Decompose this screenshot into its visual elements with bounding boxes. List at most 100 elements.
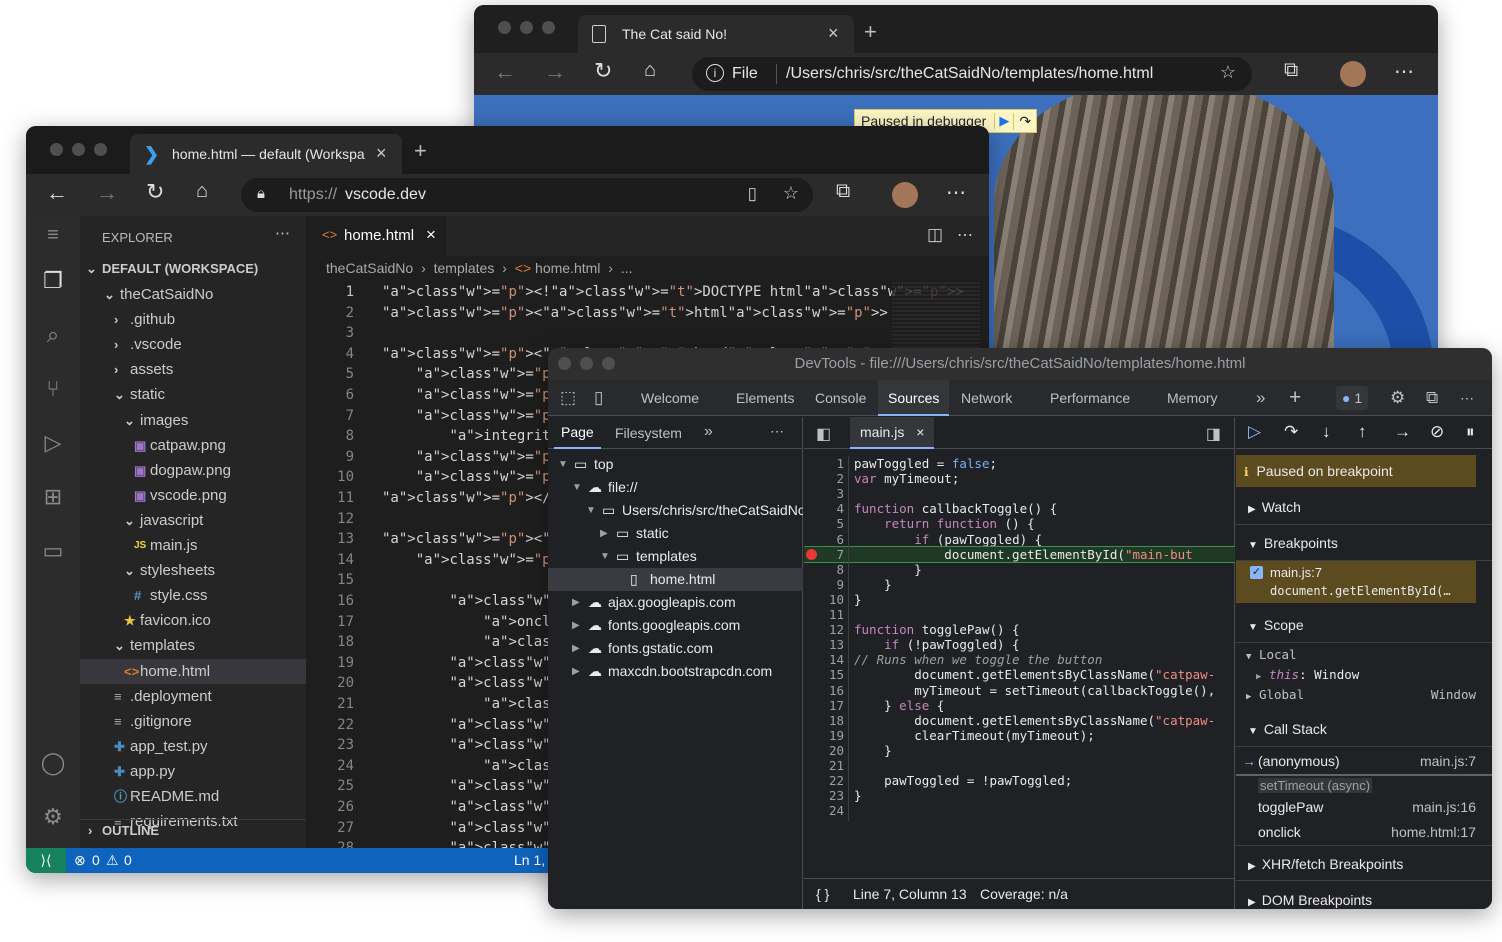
line-number[interactable]: 18	[804, 713, 844, 728]
resume-icon[interactable]: ▷	[1248, 422, 1261, 442]
tree-item[interactable]: ⌄ javascript	[80, 508, 306, 533]
line-number[interactable]: 5	[804, 516, 844, 531]
close-source-tab-icon[interactable]: ×	[916, 424, 924, 440]
step-over-icon[interactable]: ↷	[1013, 112, 1036, 130]
page-tree-item[interactable]: ▶ ▭ static	[548, 522, 803, 545]
error-icon[interactable]: ⊗	[74, 852, 86, 869]
reload-icon[interactable]: ↻	[146, 179, 164, 205]
source-line[interactable]: 4 function callbackToggle() {	[804, 501, 1235, 516]
remote-explorer-icon[interactable]: ▭	[38, 538, 68, 568]
toggle-navigator-icon[interactable]: ◧	[816, 424, 831, 444]
close-dot[interactable]	[558, 357, 571, 370]
source-line[interactable]: 22 pawToggled = !pawToggled;	[804, 773, 1235, 788]
source-line[interactable]: 10}	[804, 592, 1235, 607]
reading-view-icon[interactable]: ▯	[748, 184, 757, 204]
source-line[interactable]: 7 document.getElementById("main-but	[804, 545, 1235, 563]
tree-item[interactable]: › assets	[80, 357, 306, 382]
source-line[interactable]: 9 }	[804, 577, 1235, 592]
line-number[interactable]: 23	[804, 788, 844, 803]
source-line[interactable]: 19 clearTimeout(myTimeout);	[804, 728, 1235, 743]
minimize-dot[interactable]	[520, 21, 533, 34]
page-tree-item[interactable]: ▼ ▭ templates	[548, 545, 803, 568]
close-dot[interactable]	[498, 21, 511, 34]
caret-down-icon[interactable]: ▼	[586, 499, 596, 522]
extensions-icon[interactable]: ⧉	[1284, 59, 1298, 82]
line-number[interactable]: 10	[804, 592, 844, 607]
tab-welcome[interactable]: Welcome	[641, 380, 699, 416]
forward-icon[interactable]: →	[544, 59, 566, 85]
extensions-icon[interactable]: ⧉	[836, 180, 850, 203]
code-line[interactable]: 3	[306, 323, 989, 344]
line-number[interactable]: 12	[804, 622, 844, 637]
tree-item[interactable]: ⌄ theCatSaidNo	[80, 282, 306, 307]
address-bar[interactable]: 🔒︎ https:// vscode.dev ▯ ☆	[241, 178, 813, 212]
source-line[interactable]: 6 if (pawToggled) {	[804, 532, 1235, 547]
scope-section[interactable]: ▼ Scope	[1236, 607, 1492, 643]
tree-item[interactable]: ≡ .gitignore	[80, 709, 306, 734]
close-tab-icon[interactable]: ×	[828, 23, 839, 44]
line-number[interactable]: 24	[804, 803, 844, 818]
tab-memory[interactable]: Memory	[1167, 380, 1218, 416]
breadcrumb-item[interactable]: ...	[621, 260, 633, 276]
line-number[interactable]: 13	[804, 637, 844, 652]
cursor-position[interactable]: Ln 1,	[514, 852, 545, 868]
search-icon[interactable]: ⌕	[38, 322, 68, 352]
toggle-debugger-icon[interactable]: ◨	[1206, 424, 1221, 444]
line-number[interactable]: 3	[804, 486, 844, 501]
step-icon[interactable]: →	[1394, 422, 1411, 442]
source-line[interactable]: 11	[804, 607, 1235, 622]
line-number[interactable]: 8	[804, 562, 844, 577]
tree-item[interactable]: › .github	[80, 307, 306, 332]
breadcrumb-item[interactable]: theCatSaidNo	[326, 260, 413, 276]
tree-item[interactable]: ✚ app_test.py	[80, 734, 306, 759]
step-out-icon[interactable]: ↑	[1358, 422, 1367, 442]
source-line[interactable]: 8 }	[804, 562, 1235, 577]
editor-tab-home-html[interactable]: <> home.html ×	[306, 216, 446, 256]
pause-on-exceptions-icon[interactable]: ⏸	[1466, 422, 1475, 442]
call-frame-onclick[interactable]: onclick home.html:17	[1236, 820, 1492, 845]
tree-item[interactable]: › .vscode	[80, 332, 306, 357]
tree-item[interactable]: ▣ dogpaw.png	[80, 458, 306, 483]
pretty-print-button[interactable]: { }	[816, 879, 829, 909]
line-number[interactable]: 17	[804, 698, 844, 713]
caret-down-icon[interactable]: ▼	[572, 476, 582, 499]
breakpoints-section[interactable]: ▼ Breakpoints	[1236, 525, 1492, 561]
page-tree-item[interactable]: ▶ ☁ fonts.gstatic.com	[548, 637, 803, 660]
workspace-header[interactable]: ⌄ DEFAULT (WORKSPACE)	[80, 256, 306, 281]
source-line[interactable]: 18 document.getElementsByClassName("catp…	[804, 713, 1235, 728]
caret-right-icon[interactable]: ▶	[572, 591, 580, 614]
source-line[interactable]: 1 pawToggled = false;	[804, 456, 1235, 471]
browser-tab-vscode[interactable]: ❯ home.html — default (Workspa ×	[130, 134, 402, 174]
more-nav-tabs-icon[interactable]: »	[704, 423, 713, 441]
page-tree-item[interactable]: ▶ ☁ maxcdn.bootstrapcdn.com	[548, 660, 803, 683]
warning-icon[interactable]: ⚠	[106, 852, 119, 869]
source-control-icon[interactable]: ⑂	[38, 376, 68, 406]
xhr-breakpoints-section[interactable]: ▶ XHR/fetch Breakpoints	[1236, 845, 1492, 881]
editor-more-icon[interactable]: ⋯	[957, 225, 973, 245]
profile-avatar[interactable]	[892, 182, 918, 208]
code-line[interactable]: 1 "a">class"w">="p"><!"a">class"w">="t">D…	[306, 282, 989, 303]
device-emulation-icon[interactable]: ▯	[594, 380, 603, 416]
call-frame-anonymous[interactable]: → (anonymous) main.js:7	[1236, 749, 1492, 774]
line-number[interactable]: 16	[804, 683, 844, 698]
source-line[interactable]: 13 if (!pawToggled) {	[804, 637, 1235, 652]
breakpoint-marker-icon[interactable]	[806, 548, 817, 560]
menu-icon[interactable]: ≡	[38, 224, 68, 254]
close-dot[interactable]	[50, 143, 63, 156]
lock-icon[interactable]: 🔒︎	[257, 185, 265, 202]
tree-item[interactable]: ⓘ README.md	[80, 784, 306, 809]
favorite-star-icon[interactable]: ☆	[783, 183, 799, 204]
tree-item[interactable]: ⌄ static	[80, 382, 306, 407]
line-number[interactable]: 19	[804, 728, 844, 743]
caret-down-icon[interactable]: ▼	[600, 545, 610, 568]
window-controls[interactable]	[50, 143, 107, 156]
line-number[interactable]: 1	[804, 456, 844, 471]
new-tab-icon[interactable]: +	[414, 138, 427, 164]
outline-header[interactable]: › OUTLINE	[80, 819, 306, 843]
source-line[interactable]: 17 } else {	[804, 698, 1235, 713]
remote-icon[interactable]: ⟩⟨	[26, 848, 66, 873]
line-number[interactable]: 2	[804, 471, 844, 486]
scope-global[interactable]: ▶ Global Window	[1246, 687, 1482, 702]
minimize-dot[interactable]	[72, 143, 85, 156]
line-number[interactable]: 22	[804, 773, 844, 788]
